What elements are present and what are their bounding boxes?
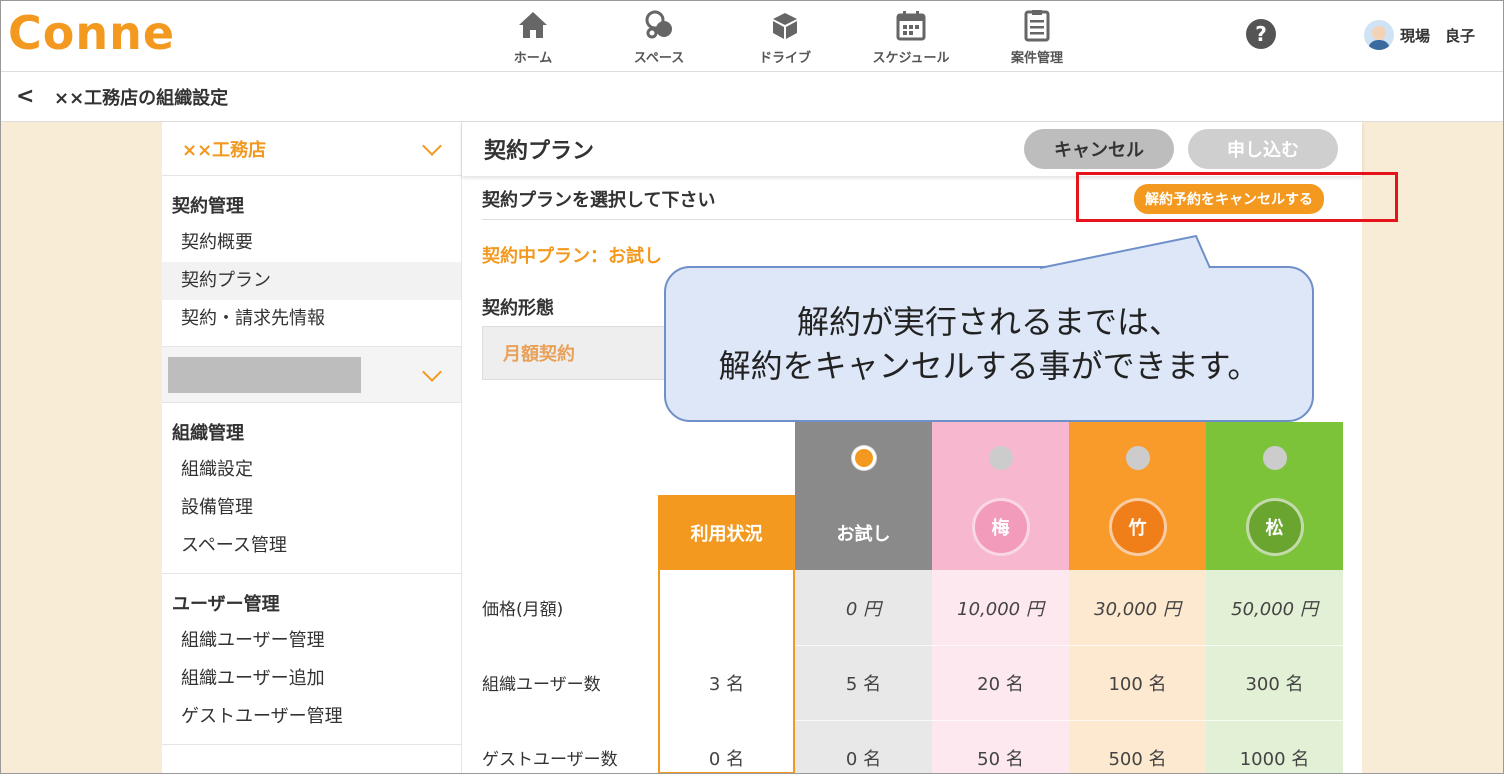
sidebar-section-contract: 契約管理 契約概要 契約プラン 契約・請求先情報 — [162, 176, 461, 347]
plan-0-price: 0 円 — [795, 570, 932, 645]
sidebar-item-space-management[interactable]: スペース管理 — [162, 527, 461, 565]
cancel-button[interactable]: キャンセル — [1024, 129, 1174, 169]
avatar — [1364, 20, 1394, 50]
top-header: Conne ホーム スペース ドライブ スケジュール 案件管理 ? 現場 良子 — [0, 0, 1504, 72]
sub-header: < ××工務店の組織設定 — [0, 72, 1504, 122]
current-plan: 契約中プラン：お試し — [482, 246, 662, 267]
nav-drive[interactable]: ドライブ — [722, 0, 848, 72]
usage-guest-users: 0 名 — [708, 748, 745, 770]
apply-button[interactable]: 申し込む — [1188, 129, 1338, 169]
plan-radio-3[interactable] — [1262, 446, 1287, 470]
space-icon — [645, 10, 672, 38]
sidebar-item-billing-info[interactable]: 契約・請求先情報 — [162, 300, 461, 338]
sidebar-item-guest-users[interactable]: ゲストユーザー管理 — [162, 698, 461, 736]
plan-2-users: 100 名 — [1069, 645, 1206, 720]
page-title: ××工務店の組織設定 — [54, 87, 229, 109]
chevron-down-icon — [422, 135, 442, 156]
main-header: 契約プラン キャンセル 申し込む — [462, 122, 1362, 176]
home-icon — [519, 11, 547, 38]
plan-1-users: 20 名 — [932, 645, 1069, 720]
plan-1-guests: 50 名 — [932, 720, 1069, 774]
nav-projects-label: 案件管理 — [1010, 50, 1063, 66]
plan-0-guests: 0 名 — [795, 720, 932, 774]
contract-type-label: 契約形態 — [482, 298, 554, 319]
redacted-label — [168, 356, 361, 393]
nav-drive-label: ドライブ — [758, 50, 811, 66]
plan-3-users: 300 名 — [1206, 645, 1343, 720]
callout-line-2: 解約をキャンセルする事ができます。 — [718, 347, 1260, 385]
sidebar-section-title: 組織管理 — [172, 423, 244, 444]
sidebar-section-title: ユーザー管理 — [172, 594, 280, 615]
plan-header-2[interactable]: 竹 — [1069, 422, 1206, 570]
nav-schedule-label: スケジュール — [872, 50, 950, 66]
sidebar-section-org: 組織管理 組織設定 設備管理 スペース管理 — [162, 403, 461, 574]
usage-org-users: 3 名 — [708, 673, 745, 695]
usage-header: 利用状況 — [658, 495, 795, 570]
plan-3-guests: 1000 名 — [1206, 720, 1343, 774]
drive-icon — [773, 12, 797, 39]
conne-logo[interactable]: Conne — [8, 6, 175, 60]
nav-projects[interactable]: 案件管理 — [974, 0, 1100, 72]
nav-schedule[interactable]: スケジュール — [848, 0, 974, 72]
user-menu[interactable]: 現場 良子 — [1364, 20, 1475, 50]
row-label-guest-users: ゲストユーザー数 — [482, 750, 618, 770]
plan-3-price: 50,000 円 — [1206, 570, 1343, 645]
section-title: 契約プラン — [484, 139, 595, 164]
plan-header-0[interactable]: お試し — [795, 422, 932, 570]
sidebar-section-users: ユーザー管理 組織ユーザー管理 組織ユーザー追加 ゲストユーザー管理 — [162, 574, 461, 745]
help-icon[interactable]: ? — [1246, 19, 1276, 49]
org-selector[interactable]: ××工務店 — [162, 122, 461, 176]
plan-badge-1: 梅 — [971, 498, 1030, 556]
main-nav: ホーム スペース ドライブ スケジュール 案件管理 — [470, 0, 1100, 72]
sidebar-section-title: 契約管理 — [172, 196, 244, 217]
plan-name-0: お試し — [836, 524, 891, 545]
contract-type-select[interactable]: 月額契約 — [482, 326, 682, 380]
plan-0-users: 5 名 — [795, 645, 932, 720]
highlight-frame — [1076, 172, 1398, 222]
plan-badge-3: 松 — [1245, 498, 1304, 556]
plan-header-3[interactable]: 松 — [1206, 422, 1343, 570]
sidebar: ××工務店 契約管理 契約概要 契約プラン 契約・請求先情報 組織管理 組織設定… — [162, 122, 462, 774]
plan-header-1[interactable]: 梅 — [932, 422, 1069, 570]
chevron-down-icon — [422, 361, 442, 382]
callout-line-1: 解約が実行されるまでは、 — [796, 303, 1181, 341]
plan-radio-1[interactable] — [988, 446, 1013, 470]
user-name: 現場 良子 — [1400, 26, 1476, 45]
nav-space[interactable]: スペース — [596, 0, 722, 72]
sidebar-item-contract-plan[interactable]: 契約プラン — [162, 262, 461, 300]
sidebar-item-equipment[interactable]: 設備管理 — [162, 489, 461, 527]
back-icon[interactable]: < — [16, 84, 40, 109]
plan-radio-2[interactable] — [1125, 446, 1150, 470]
clipboard-icon — [1024, 9, 1050, 41]
plan-1-price: 10,000 円 — [932, 570, 1069, 645]
sidebar-item-contract-overview[interactable]: 契約概要 — [162, 224, 461, 262]
usage-price — [658, 570, 795, 645]
row-label-org-users: 組織ユーザー数 — [482, 675, 601, 695]
sidebar-item-add-user[interactable]: 組織ユーザー追加 — [162, 660, 461, 698]
plan-badge-2: 竹 — [1108, 498, 1167, 556]
plan-select-prompt: 契約プランを選択して下さい — [482, 189, 716, 211]
sidebar-item-org-users[interactable]: 組織ユーザー管理 — [162, 622, 461, 660]
calendar-icon — [896, 10, 926, 40]
plan-2-price: 30,000 円 — [1069, 570, 1206, 645]
nav-home-label: ホーム — [513, 50, 553, 66]
collapsed-section-header[interactable] — [162, 347, 461, 403]
org-name: ××工務店 — [182, 139, 267, 161]
plan-2-guests: 500 名 — [1069, 720, 1206, 774]
plan-radio-0[interactable] — [851, 446, 876, 470]
callout-box: 解約が実行されるまでは、 解約をキャンセルする事ができます。 — [664, 266, 1314, 422]
row-label-price: 価格(月額) — [482, 600, 564, 620]
nav-home[interactable]: ホーム — [470, 0, 596, 72]
sidebar-item-org-settings[interactable]: 組織設定 — [162, 451, 461, 489]
nav-space-label: スペース — [633, 50, 685, 66]
